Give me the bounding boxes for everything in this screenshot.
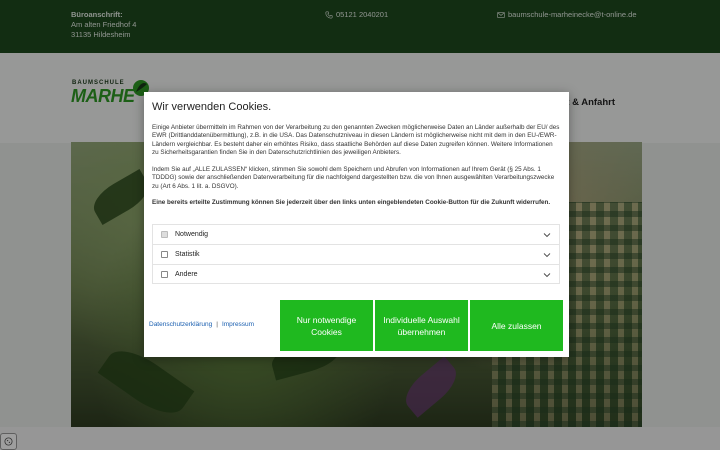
other-checkbox[interactable]	[161, 270, 168, 278]
cookie-text-consent: Indem Sie auf „ALLE ZULASSEN“ klicken, s…	[152, 166, 555, 190]
cookie-dialog-title: Wir verwenden Cookies.	[152, 101, 272, 113]
cookie-option-other[interactable]: Andere	[152, 264, 560, 284]
cookie-text-revoke: Eine bereits erteilte Zustimmung können …	[152, 199, 551, 206]
cookie-consent-dialog: Wir verwenden Cookies. Einige Anbieter ü…	[144, 92, 569, 357]
cookie-option-statistics[interactable]: Statistik	[152, 244, 560, 264]
link-separator: |	[216, 321, 218, 328]
chevron-down-icon[interactable]	[543, 271, 551, 279]
option-label: Notwendig	[175, 231, 209, 238]
chevron-down-icon[interactable]	[543, 231, 551, 239]
privacy-policy-link[interactable]: Datenschutzerklärung	[149, 321, 212, 328]
legal-links: Datenschutzerklärung | Impressum	[149, 321, 254, 328]
cookie-options-list: Notwendig Statistik Andere	[152, 224, 560, 284]
option-label: Statistik	[175, 251, 200, 258]
accept-necessary-button[interactable]: Nur notwendige Cookies	[280, 300, 373, 351]
chevron-down-icon[interactable]	[543, 251, 551, 259]
option-label: Andere	[175, 270, 198, 278]
cookie-text-transfer: Einige Anbieter übermitteln im Rahmen vo…	[152, 124, 560, 157]
statistics-checkbox[interactable]	[161, 251, 168, 258]
imprint-link[interactable]: Impressum	[222, 321, 254, 328]
accept-all-button[interactable]: Alle zulassen	[470, 300, 563, 351]
necessary-checkbox	[161, 231, 168, 238]
accept-selection-button[interactable]: Individuelle Auswahl übernehmen	[375, 300, 468, 351]
cookie-option-necessary[interactable]: Notwendig	[152, 224, 560, 244]
